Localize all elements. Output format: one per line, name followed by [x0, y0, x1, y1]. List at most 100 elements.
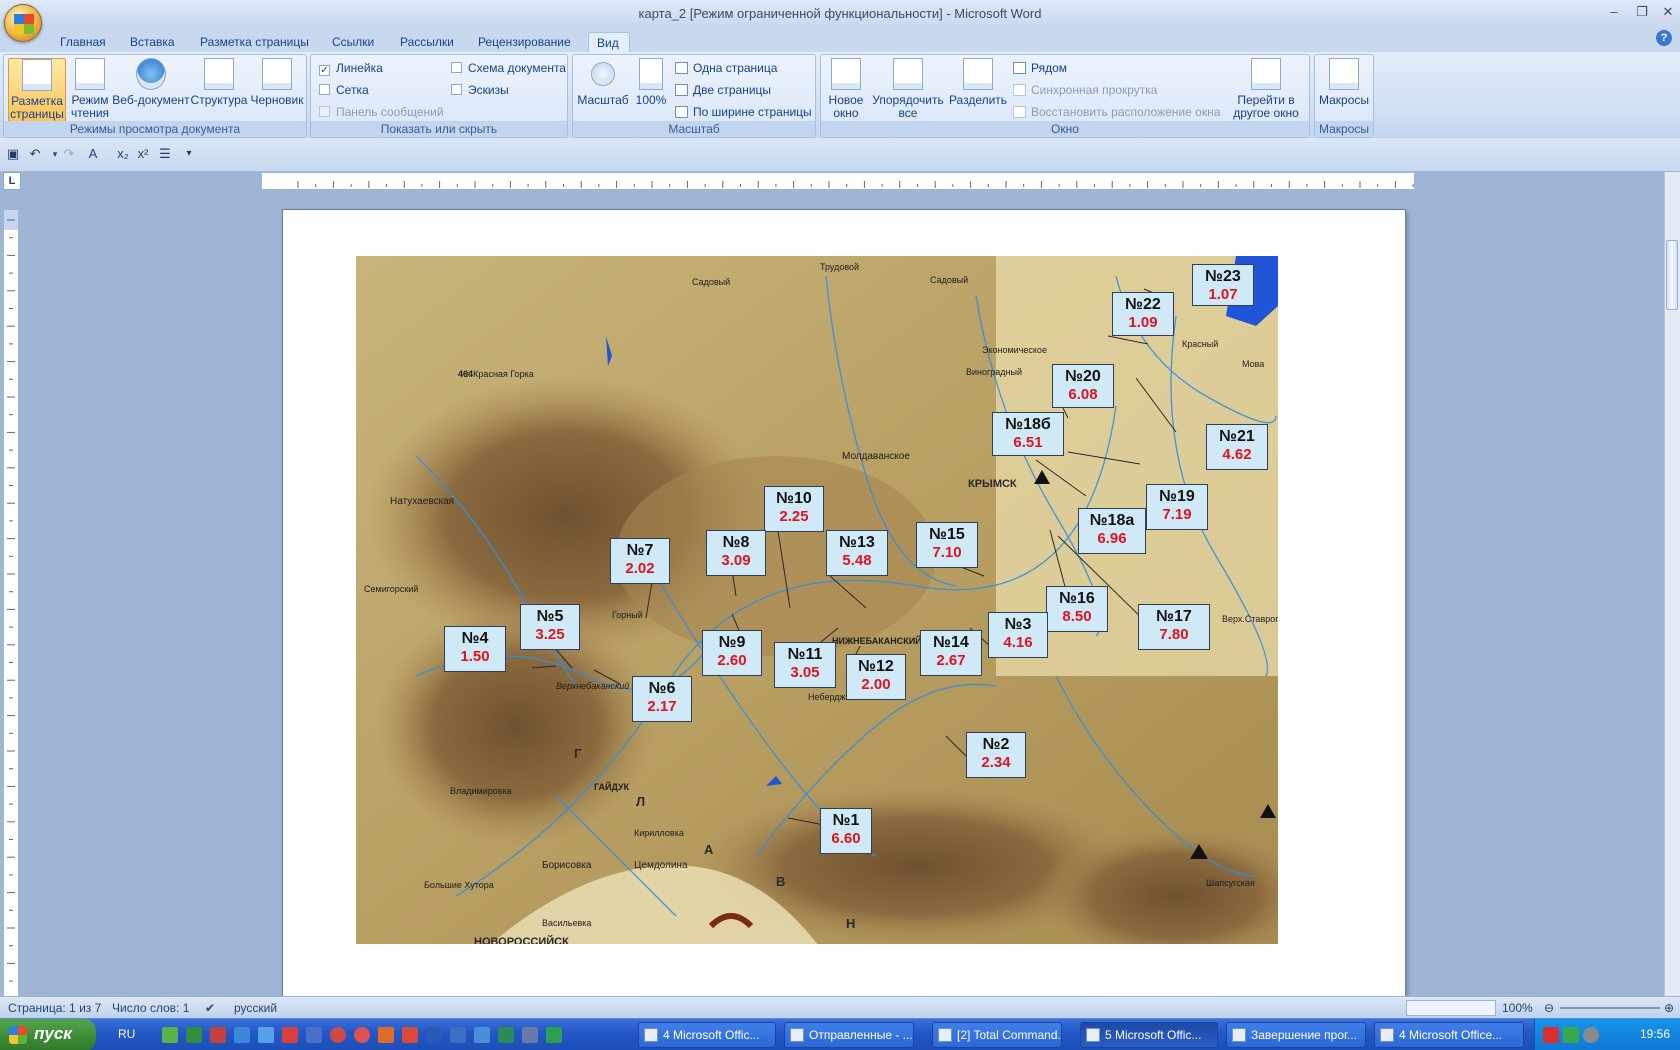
document-map-checkbox[interactable]: Схема документа: [451, 59, 566, 77]
grid-checkbox[interactable]: Сетка: [319, 81, 369, 99]
volume-icon[interactable]: [1583, 1027, 1599, 1043]
switch-windows-button[interactable]: Перейти в другое окно: [1225, 58, 1307, 120]
callout-22[interactable]: №22 1.09: [1112, 292, 1174, 336]
print-layout-button[interactable]: Разметка страницы: [8, 58, 66, 122]
customize-icon[interactable]: ▾: [180, 145, 198, 163]
quick-launch-icon[interactable]: [162, 1027, 178, 1043]
callout-4[interactable]: №4 1.50: [444, 626, 506, 672]
undo-icon[interactable]: ↶: [26, 145, 44, 163]
text-effects-icon[interactable]: A: [84, 145, 102, 163]
callout-7[interactable]: №7 2.02: [610, 538, 670, 584]
callout-17[interactable]: №17 7.80: [1138, 604, 1210, 650]
tab-insert[interactable]: Вставка: [122, 32, 183, 52]
arrange-all-button[interactable]: Упорядочить все: [871, 58, 945, 120]
callout-18a[interactable]: №18а 6.96: [1078, 508, 1146, 554]
quick-launch-icon[interactable]: [234, 1027, 250, 1043]
callout-8[interactable]: №8 3.09: [706, 530, 766, 576]
minimize-button[interactable]: –: [1602, 2, 1626, 24]
save-icon[interactable]: ▣: [4, 145, 22, 163]
excel-icon[interactable]: [186, 1027, 202, 1043]
outline-button[interactable]: Структура: [190, 58, 248, 107]
ruler-checkbox[interactable]: ✓ Линейка: [319, 59, 383, 77]
tab-selector-button[interactable]: L: [3, 172, 21, 190]
callout-18b[interactable]: №18б 6.51: [992, 412, 1064, 456]
split-button[interactable]: Разделить: [947, 58, 1009, 107]
clock[interactable]: 19:56: [1640, 1027, 1670, 1041]
vertical-ruler[interactable]: [4, 210, 18, 1000]
callout-12[interactable]: №12 2.00: [846, 654, 906, 700]
zoom-out-icon[interactable]: ⊖: [1542, 1000, 1556, 1016]
quick-launch-icon[interactable]: [474, 1027, 490, 1043]
quick-launch-icon[interactable]: [258, 1027, 274, 1043]
redo-icon[interactable]: ↷: [60, 145, 78, 163]
paragraph-icon[interactable]: ☰: [156, 145, 174, 163]
close-button[interactable]: ✕: [1656, 2, 1680, 24]
quick-launch-icon[interactable]: [498, 1027, 514, 1043]
tab-mailings[interactable]: Рассылки: [392, 32, 462, 52]
callout-20[interactable]: №20 6.08: [1052, 364, 1114, 408]
quick-launch-icon[interactable]: [210, 1027, 226, 1043]
powerpoint-icon[interactable]: [402, 1027, 418, 1043]
help-icon[interactable]: ?: [1656, 30, 1672, 46]
restore-button[interactable]: ❐: [1630, 2, 1654, 24]
callout-10[interactable]: №10 2.25: [764, 486, 824, 532]
taskbar-button[interactable]: Завершение прог...: [1226, 1022, 1366, 1048]
side-by-side-button[interactable]: Рядом: [1013, 59, 1067, 77]
tab-references[interactable]: Ссылки: [324, 32, 382, 52]
quick-launch-icon[interactable]: [306, 1027, 322, 1043]
callout-2[interactable]: №2 2.34: [966, 732, 1026, 778]
horizontal-ruler[interactable]: [262, 172, 1414, 190]
taskbar-button[interactable]: [2] Total Command...: [932, 1022, 1062, 1048]
tab-review[interactable]: Рецензирование: [470, 32, 579, 52]
callout-9[interactable]: №9 2.60: [702, 630, 762, 676]
quick-launch-icon[interactable]: [450, 1027, 466, 1043]
quick-launch-icon[interactable]: [378, 1027, 394, 1043]
callout-1[interactable]: №1 6.60: [820, 808, 872, 854]
scrollbar-thumb[interactable]: [1666, 240, 1678, 310]
callout-16[interactable]: №16 8.50: [1046, 586, 1108, 632]
sync-scroll-button[interactable]: Синхронная прокрутка: [1013, 81, 1157, 99]
page-width-button[interactable]: По ширине страницы: [675, 103, 812, 121]
quick-launch-icon[interactable]: [282, 1027, 298, 1043]
web-layout-button[interactable]: Веб-документ: [112, 58, 190, 107]
zoom-slider[interactable]: [1560, 1007, 1660, 1009]
thumbnails-checkbox[interactable]: Эскизы: [451, 81, 509, 99]
start-button[interactable]: пуск: [0, 1019, 96, 1050]
callout-19[interactable]: №19 7.19: [1146, 484, 1208, 530]
word-count[interactable]: Число слов: 1: [112, 1000, 189, 1016]
callout-6[interactable]: №6 2.17: [632, 676, 692, 722]
view-buttons[interactable]: [1406, 1000, 1496, 1016]
page-count[interactable]: Страница: 1 из 7: [8, 1000, 101, 1016]
zoom-button[interactable]: Масштаб: [577, 58, 629, 107]
draft-button[interactable]: Черновик: [248, 58, 306, 107]
tab-view[interactable]: Вид: [588, 32, 630, 52]
office-button[interactable]: [4, 4, 42, 42]
tab-home[interactable]: Главная: [52, 32, 114, 52]
zoom-in-icon[interactable]: ⊕: [1662, 1000, 1676, 1016]
callout-15[interactable]: №15 7.10: [916, 522, 978, 568]
taskbar-button[interactable]: Отправленные - ...: [784, 1022, 914, 1048]
reading-mode-button[interactable]: Режим чтения: [68, 58, 112, 120]
callout-5[interactable]: №5 3.25: [520, 604, 580, 650]
zoom-100-button[interactable]: 100%: [633, 58, 669, 107]
subscript-icon[interactable]: x₂: [114, 145, 132, 163]
taskbar-button[interactable]: 4 Microsoft Offic...: [638, 1022, 776, 1048]
tray-icon[interactable]: [1543, 1027, 1559, 1043]
callout-3[interactable]: №3 4.16: [988, 612, 1048, 658]
one-page-button[interactable]: Одна страница: [675, 59, 777, 77]
quick-launch-icon[interactable]: [522, 1027, 538, 1043]
tray-icon[interactable]: [1563, 1027, 1579, 1043]
quick-launch-icon[interactable]: [330, 1027, 346, 1043]
word-icon[interactable]: [426, 1027, 442, 1043]
reset-position-button[interactable]: Восстановить расположение окна: [1013, 103, 1220, 121]
zoom-level[interactable]: 100%: [1502, 1000, 1533, 1016]
language-indicator[interactable]: русский: [234, 1000, 277, 1016]
macros-button[interactable]: Макросы: [1317, 58, 1371, 107]
language-bar[interactable]: RU: [118, 1027, 135, 1041]
taskbar-button-active[interactable]: 5 Microsoft Offic...: [1080, 1022, 1218, 1048]
callout-13[interactable]: №13 5.48: [826, 530, 888, 576]
taskbar-button[interactable]: 4 Microsoft Office...: [1374, 1022, 1524, 1048]
two-pages-button[interactable]: Две страницы: [675, 81, 771, 99]
spellcheck-icon[interactable]: ✔: [202, 1000, 218, 1016]
callout-11[interactable]: №11 3.05: [774, 642, 836, 688]
